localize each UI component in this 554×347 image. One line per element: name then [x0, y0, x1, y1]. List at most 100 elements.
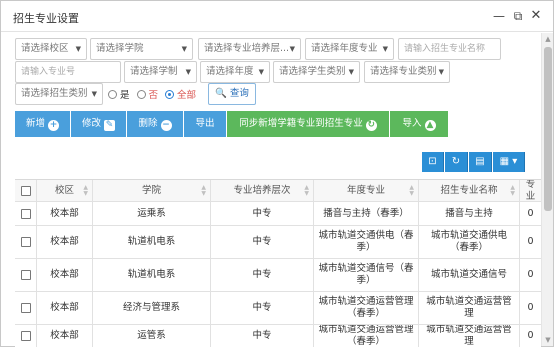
college-select[interactable]: 请选择学院 ▼: [90, 38, 193, 60]
status-radio-group: 是 否 全部: [108, 86, 203, 102]
table-cell: 运管系: [93, 325, 211, 347]
table-cell: 校本部: [37, 292, 93, 324]
radio-no[interactable]: [136, 89, 146, 99]
level-select[interactable]: 请选择专业培养层... ▼: [198, 38, 301, 60]
col-header[interactable]: 招生专业名称 ▲ ▼: [419, 180, 520, 201]
scroll-down-icon[interactable]: ▼: [544, 336, 552, 344]
search-icon: 🔍: [215, 88, 227, 99]
system-select-label: 请选择学制: [130, 66, 178, 77]
table-cell: 中专: [211, 259, 314, 291]
table-cell: 中专: [211, 325, 314, 347]
campus-select-label: 请选择校区: [21, 43, 69, 54]
query-button[interactable]: 🔍 查询: [208, 83, 256, 105]
import-button-label: 导入: [402, 118, 422, 129]
sort-icon: ▲ ▼: [409, 184, 414, 197]
table-cell: 播音与主持（春季）: [314, 202, 419, 225]
dialog-window: 招生专业设置 — ⧉ ✕ 请选择校区 ▼ 请选择学院 ▼ 请选择专业培养层...…: [0, 0, 554, 347]
table-cell: 0: [527, 236, 534, 247]
table-cell: 0: [527, 330, 534, 341]
chevron-down-icon: ▼: [181, 45, 187, 53]
col-header[interactable]: 年度专业 ▲ ▼: [314, 180, 419, 201]
add-button-label: 新增: [25, 118, 45, 129]
minimize-icon[interactable]: —: [491, 7, 507, 25]
query-button-label: 查询: [229, 88, 249, 99]
table-row[interactable]: 校本部 运管系 中专 城市轨道交通运营管理（春季） 城市轨道交通运营管理 0: [15, 325, 541, 347]
table-cell: 中专: [211, 226, 314, 258]
major-type-select[interactable]: 请选择专业类别 ▼: [364, 61, 450, 83]
row-select-cell: [15, 325, 37, 347]
vertical-scrollbar[interactable]: ▲ ▼: [541, 33, 553, 346]
radio-yes[interactable]: [108, 89, 117, 99]
col-header-label: 校区: [54, 184, 74, 196]
row-select-cell: [15, 226, 37, 258]
table-cell: 中专: [211, 202, 314, 225]
col-header[interactable]: 专业: [520, 180, 541, 201]
data-table: 校区 ▲ ▼ 学院 ▲ ▼ 专业培养层次 ▲ ▼ 年度专业 ▲ ▼ 招生专业名称 ▲ ▼ 专业 校本…: [15, 179, 541, 347]
row-checkbox[interactable]: [20, 237, 31, 247]
table-cell: 经济与管理系: [93, 292, 211, 324]
refresh-icon[interactable]: ↻: [445, 152, 468, 172]
table-cell: 轨道机电系: [93, 259, 211, 291]
year-major-select-label: 请选择年度专业: [311, 43, 378, 54]
maximize-icon[interactable]: ⧉: [510, 7, 526, 25]
table-cell: 校本部: [37, 202, 93, 225]
table-cell: 城市轨道交通运营管理: [419, 292, 520, 324]
major-no-input[interactable]: 请输入专业号: [15, 61, 121, 83]
table-cell: 0: [527, 207, 534, 219]
plus-icon: +: [48, 120, 59, 131]
sort-icon: ▲ ▼: [510, 184, 515, 197]
row-checkbox[interactable]: [20, 270, 31, 280]
table-cell: 播音与主持: [419, 202, 520, 225]
columns-icon[interactable]: ▤: [469, 152, 492, 172]
delete-button-label: 删除: [138, 118, 158, 129]
col-header[interactable]: 校区 ▲ ▼: [37, 180, 93, 201]
add-button[interactable]: 新增 +: [15, 111, 70, 137]
scrollbar-thumb[interactable]: [544, 47, 552, 211]
import-button[interactable]: 导入 ▲: [390, 111, 448, 137]
major-type-select-label: 请选择专业类别: [370, 66, 437, 77]
chevron-down-icon: ▼: [185, 68, 191, 76]
sort-icon: ▲ ▼: [304, 184, 309, 197]
college-select-label: 请选择学院: [96, 43, 144, 54]
table-cell: 轨道机电系: [93, 226, 211, 258]
radio-all-label: 全部: [177, 90, 197, 101]
row-checkbox[interactable]: [20, 303, 31, 313]
year-major-select[interactable]: 请选择年度专业 ▼: [305, 38, 394, 60]
select-all-checkbox[interactable]: [20, 185, 31, 196]
table-cell: 校本部: [37, 325, 93, 347]
table-row[interactable]: 校本部 经济与管理系 中专 城市轨道交通运营管理（春季） 城市轨道交通运营管理 …: [15, 292, 541, 325]
system-select[interactable]: 请选择学制 ▼: [124, 61, 197, 83]
radio-all[interactable]: [165, 89, 175, 99]
table-cell: 校本部: [37, 259, 93, 291]
row-checkbox[interactable]: [20, 331, 31, 341]
export-button[interactable]: 导出: [184, 111, 226, 137]
scroll-up-icon[interactable]: ▲: [544, 35, 552, 43]
year-select[interactable]: 请选择年度 ▼: [200, 61, 270, 83]
window-title: 招生专业设置: [13, 12, 79, 25]
sync-button[interactable]: 同步新增学籍专业到招生专业 ↻: [227, 111, 389, 137]
row-checkbox[interactable]: [20, 208, 31, 219]
table-cell: 城市轨道交通信号: [419, 259, 520, 291]
enroll-type-select[interactable]: 请选择招生类别 ▼: [15, 83, 103, 105]
edit-icon: ✎: [104, 120, 115, 131]
close-icon[interactable]: ✕: [528, 7, 544, 25]
toggle-view-icon[interactable]: ⊡: [422, 152, 444, 172]
col-header[interactable]: 专业培养层次 ▲ ▼: [211, 180, 314, 201]
table-cell: 运乘系: [93, 202, 211, 225]
table-row[interactable]: 校本部 轨道机电系 中专 城市轨道交通供电（春季） 城市轨道交通供电（春季） 0: [15, 226, 541, 259]
titlebar: 招生专业设置 — ⧉ ✕: [1, 1, 553, 32]
chevron-down-icon: ▼: [438, 68, 444, 76]
col-header[interactable]: 学院 ▲ ▼: [93, 180, 211, 201]
grid-menu-icon[interactable]: ▦ ▾: [493, 152, 525, 172]
col-header-label: 专业: [525, 180, 536, 201]
row-select-cell: [15, 292, 37, 324]
campus-select[interactable]: 请选择校区 ▼: [15, 38, 87, 60]
radio-yes-label: 是: [120, 90, 130, 101]
table-row[interactable]: 校本部 运乘系 中专 播音与主持（春季） 播音与主持 0: [15, 202, 541, 226]
delete-button[interactable]: 删除 −: [127, 111, 183, 137]
edit-button[interactable]: 修改 ✎: [71, 111, 126, 137]
enroll-major-name-input[interactable]: 请输入招生专业名称: [398, 38, 501, 60]
student-type-select-label: 请选择学生类别: [279, 66, 346, 77]
table-row[interactable]: 校本部 轨道机电系 中专 城市轨道交通信号（春季） 城市轨道交通信号 0: [15, 259, 541, 292]
student-type-select[interactable]: 请选择学生类别 ▼: [273, 61, 360, 83]
